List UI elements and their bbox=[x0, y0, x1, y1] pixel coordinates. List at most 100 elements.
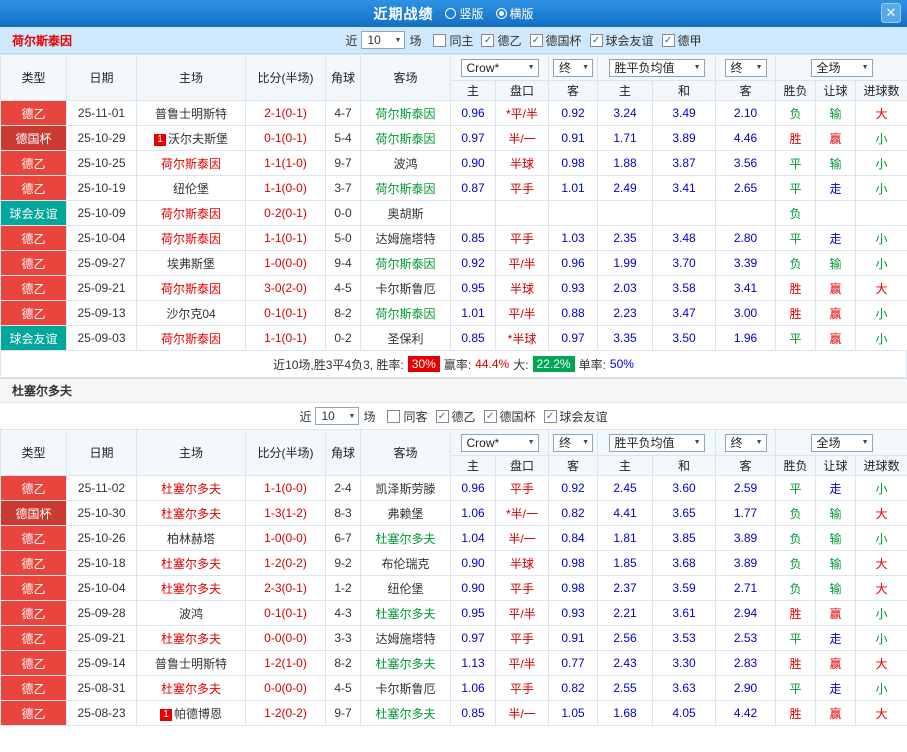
score-cell[interactable]: 3-0(2-0) bbox=[245, 275, 326, 301]
final-odds-select[interactable]: 终 ▼ bbox=[553, 58, 593, 77]
home-team-cell[interactable]: 杜塞尔多夫 bbox=[136, 500, 246, 526]
home-team-cell[interactable]: 1 沃尔夫斯堡 bbox=[136, 125, 246, 151]
final-avg-select[interactable]: 终 ▼ bbox=[724, 58, 767, 77]
checkbox-checked-icon[interactable]: ✓ bbox=[661, 33, 675, 47]
score-cell[interactable]: 1-0(0-0) bbox=[245, 525, 326, 551]
away-team-cell[interactable]: 荷尔斯泰因 bbox=[360, 250, 451, 276]
away-team-name[interactable]: 纽伦堡 bbox=[387, 582, 423, 596]
home-team-cell[interactable]: 纽伦堡 bbox=[136, 175, 246, 201]
match-count-select-2[interactable]: 10 ▼ bbox=[315, 407, 360, 425]
home-team-name[interactable]: 杜塞尔多夫 bbox=[161, 507, 221, 521]
home-team-cell[interactable]: 沙尔克04 bbox=[136, 300, 246, 326]
checkbox-unchecked-icon[interactable] bbox=[433, 33, 447, 47]
score-cell[interactable]: 1-3(1-2) bbox=[245, 500, 326, 526]
home-team-name[interactable]: 荷尔斯泰因 bbox=[161, 207, 221, 221]
filter-checkbox-2[interactable]: ✓ 德国杯 bbox=[529, 32, 582, 49]
final-avg-select-2[interactable]: 终 ▼ bbox=[724, 433, 767, 452]
home-team-cell[interactable]: 荷尔斯泰因 bbox=[136, 200, 246, 226]
home-team-name[interactable]: 荷尔斯泰因 bbox=[161, 157, 221, 171]
checkbox-checked-icon[interactable]: ✓ bbox=[529, 33, 543, 47]
away-team-cell[interactable]: 荷尔斯泰因 bbox=[360, 175, 451, 201]
filter-checkbox-1[interactable]: ✓ 德乙 bbox=[481, 32, 522, 49]
radio-selected-icon[interactable] bbox=[495, 8, 507, 19]
away-team-name[interactable]: 凯泽斯劳滕 bbox=[375, 482, 435, 496]
away-team-cell[interactable]: 纽伦堡 bbox=[360, 575, 451, 601]
home-team-name[interactable]: 杜塞尔多夫 bbox=[161, 582, 221, 596]
away-team-name[interactable]: 杜塞尔多夫 bbox=[375, 707, 435, 721]
away-team-name[interactable]: 杜塞尔多夫 bbox=[375, 657, 435, 671]
home-team-cell[interactable]: 柏林赫塔 bbox=[136, 525, 246, 551]
score-cell[interactable]: 1-1(0-0) bbox=[245, 475, 326, 501]
odds-provider-select-2[interactable]: Crow* ▼ bbox=[460, 433, 539, 452]
away-team-cell[interactable]: 荷尔斯泰因 bbox=[360, 100, 451, 126]
away-team-cell[interactable]: 荷尔斯泰因 bbox=[360, 125, 451, 151]
scope-select[interactable]: 全场 ▼ bbox=[810, 58, 873, 77]
home-team-name[interactable]: 柏林赫塔 bbox=[167, 532, 215, 546]
away-team-name[interactable]: 杜塞尔多夫 bbox=[375, 532, 435, 546]
score-cell[interactable]: 0-0(0-0) bbox=[245, 625, 326, 651]
away-team-name[interactable]: 杜塞尔多夫 bbox=[375, 607, 435, 621]
checkbox-checked-icon[interactable]: ✓ bbox=[481, 33, 495, 47]
away-team-cell[interactable]: 杜塞尔多夫 bbox=[360, 700, 451, 726]
filter-checkbox-1[interactable]: ✓ 德乙 bbox=[435, 408, 476, 425]
home-team-name[interactable]: 普鲁士明斯特 bbox=[155, 107, 227, 121]
home-team-name[interactable]: 普鲁士明斯特 bbox=[155, 657, 227, 671]
away-team-name[interactable]: 荷尔斯泰因 bbox=[375, 132, 435, 146]
home-team-name[interactable]: 荷尔斯泰因 bbox=[161, 332, 221, 346]
filter-checkbox-2[interactable]: ✓ 德国杯 bbox=[483, 408, 536, 425]
away-team-name[interactable]: 荷尔斯泰因 bbox=[375, 107, 435, 121]
score-cell[interactable]: 1-1(0-0) bbox=[245, 175, 326, 201]
home-team-cell[interactable]: 埃弗斯堡 bbox=[136, 250, 246, 276]
away-team-name[interactable]: 圣保利 bbox=[387, 332, 423, 346]
score-cell[interactable]: 1-2(1-0) bbox=[245, 650, 326, 676]
home-team-name[interactable]: 沃尔夫斯堡 bbox=[168, 132, 228, 146]
away-team-name[interactable]: 卡尔斯鲁厄 bbox=[375, 682, 435, 696]
score-cell[interactable]: 2-1(0-1) bbox=[245, 100, 326, 126]
away-team-cell[interactable]: 卡尔斯鲁厄 bbox=[360, 275, 451, 301]
filter-checkbox-3[interactable]: ✓ 球会友谊 bbox=[543, 408, 608, 425]
odds-provider-select[interactable]: Crow* ▼ bbox=[460, 58, 539, 77]
radio-unselected-icon[interactable] bbox=[445, 8, 457, 19]
home-team-name[interactable]: 沙尔克04 bbox=[166, 307, 215, 321]
score-cell[interactable]: 0-1(0-1) bbox=[245, 125, 326, 151]
checkbox-checked-icon[interactable]: ✓ bbox=[435, 409, 449, 423]
home-team-name[interactable]: 荷尔斯泰因 bbox=[161, 232, 221, 246]
score-cell[interactable]: 0-0(0-0) bbox=[245, 675, 326, 701]
final-odds-select-2[interactable]: 终 ▼ bbox=[553, 433, 593, 452]
checkbox-checked-icon[interactable]: ✓ bbox=[543, 409, 557, 423]
away-team-name[interactable]: 布伦瑞克 bbox=[381, 557, 429, 571]
score-cell[interactable]: 1-2(0-2) bbox=[245, 550, 326, 576]
filter-checkbox-0[interactable]: 同客 bbox=[387, 408, 428, 425]
away-team-cell[interactable]: 布伦瑞克 bbox=[360, 550, 451, 576]
away-team-cell[interactable]: 奥胡斯 bbox=[360, 200, 451, 226]
home-team-cell[interactable]: 1 帕德博恩 bbox=[136, 700, 246, 726]
home-team-cell[interactable]: 杜塞尔多夫 bbox=[136, 625, 246, 651]
match-count-select[interactable]: 10 ▼ bbox=[361, 31, 406, 49]
away-team-cell[interactable]: 圣保利 bbox=[360, 325, 451, 351]
checkbox-unchecked-icon[interactable] bbox=[387, 409, 401, 423]
filter-checkbox-0[interactable]: 同主 bbox=[433, 32, 473, 49]
score-cell[interactable]: 0-1(0-1) bbox=[245, 600, 326, 626]
layout-radio-1[interactable]: 横版 bbox=[495, 5, 534, 22]
away-team-cell[interactable]: 杜塞尔多夫 bbox=[360, 525, 451, 551]
scope-select-2[interactable]: 全场 ▼ bbox=[810, 433, 873, 452]
checkbox-checked-icon[interactable]: ✓ bbox=[483, 409, 497, 423]
away-team-cell[interactable]: 达姆施塔特 bbox=[360, 625, 451, 651]
home-team-cell[interactable]: 杜塞尔多夫 bbox=[136, 675, 246, 701]
score-cell[interactable]: 1-1(0-1) bbox=[245, 225, 326, 251]
away-team-name[interactable]: 卡尔斯鲁厄 bbox=[375, 282, 435, 296]
away-team-cell[interactable]: 弗赖堡 bbox=[360, 500, 451, 526]
home-team-cell[interactable]: 荷尔斯泰因 bbox=[136, 150, 246, 176]
score-cell[interactable]: 0-1(0-1) bbox=[245, 300, 326, 326]
score-cell[interactable]: 1-1(0-1) bbox=[245, 325, 326, 351]
away-team-cell[interactable]: 凯泽斯劳滕 bbox=[360, 475, 451, 501]
away-team-name[interactable]: 荷尔斯泰因 bbox=[375, 257, 435, 271]
score-cell[interactable]: 1-2(0-2) bbox=[245, 700, 326, 726]
away-team-cell[interactable]: 杜塞尔多夫 bbox=[360, 600, 451, 626]
away-team-cell[interactable]: 荷尔斯泰因 bbox=[360, 300, 451, 326]
home-team-name[interactable]: 帕德博恩 bbox=[174, 707, 222, 721]
away-team-name[interactable]: 达姆施塔特 bbox=[375, 632, 435, 646]
home-team-name[interactable]: 波鸿 bbox=[179, 607, 203, 621]
home-team-cell[interactable]: 杜塞尔多夫 bbox=[136, 550, 246, 576]
away-team-name[interactable]: 达姆施塔特 bbox=[375, 232, 435, 246]
